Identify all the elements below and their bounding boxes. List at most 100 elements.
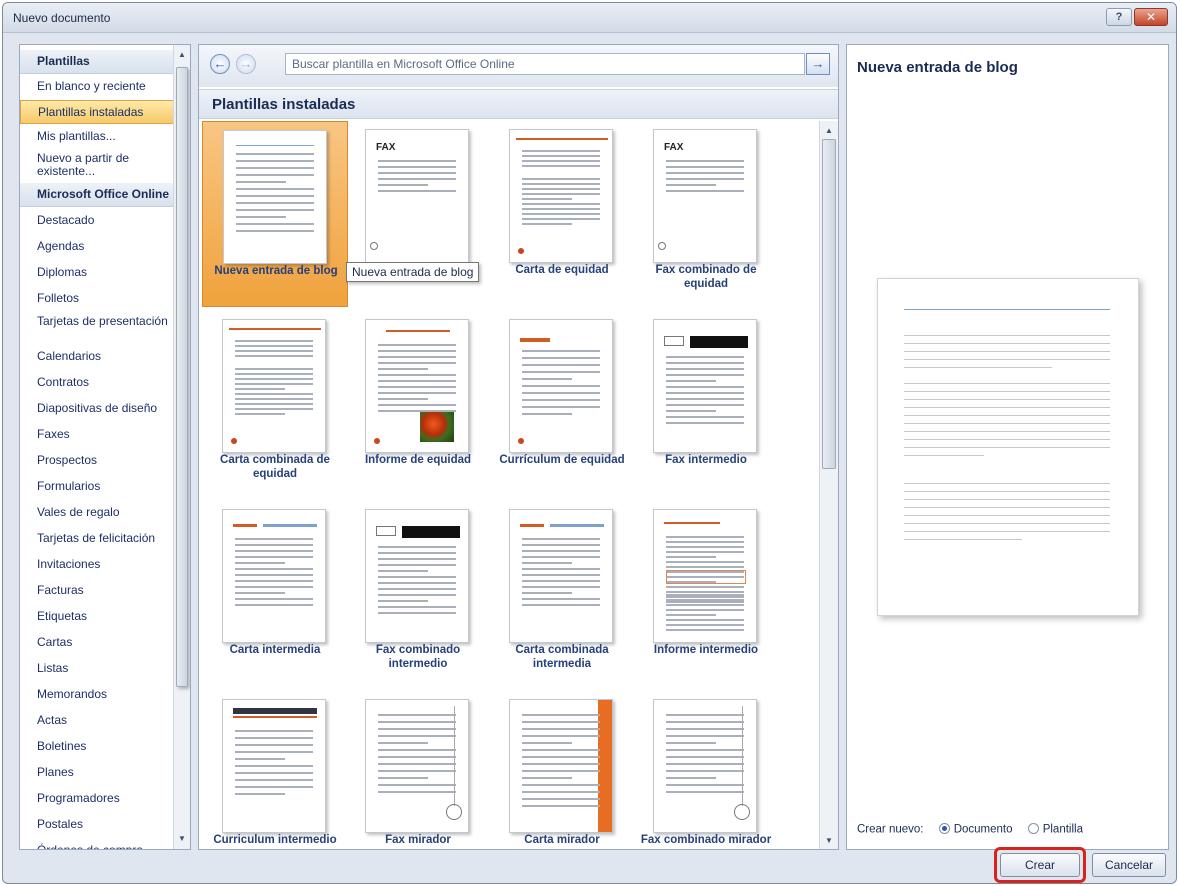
sidebar-item-14[interactable]: Diapositivas de diseño — [20, 397, 174, 421]
sidebar-item-19[interactable]: Tarjetas de felicitación — [20, 527, 174, 551]
template-card[interactable]: Fax mirador — [345, 691, 491, 849]
preview-line — [904, 431, 1110, 432]
gallery-scroll-up-icon[interactable]: ▲ — [823, 123, 835, 139]
template-card[interactable]: Carta combinada de equidad — [202, 311, 348, 497]
thumbnail-line — [236, 209, 314, 211]
thumbnail-line — [666, 599, 744, 601]
gallery-scroll-down-icon[interactable]: ▼ — [823, 833, 835, 849]
template-thumbnail — [365, 699, 469, 833]
sidebar-item-10[interactable]: Folletos — [20, 287, 174, 311]
sidebar-item-23[interactable]: Cartas — [20, 631, 174, 655]
sidebar-item-13[interactable]: Contratos — [20, 371, 174, 395]
thumbnail-line — [522, 556, 600, 558]
thumbnail-line — [666, 416, 744, 418]
template-label: Fax combinado intermedio — [375, 644, 461, 670]
thumbnail-line — [378, 756, 456, 758]
thumbnail-line — [378, 721, 456, 723]
scrollbar-thumb[interactable] — [176, 67, 188, 687]
sidebar-item-31[interactable]: Órdenes de compra — [20, 839, 174, 849]
sidebar-item-22[interactable]: Etiquetas — [20, 605, 174, 629]
template-radio[interactable] — [1027, 823, 1039, 834]
template-card[interactable]: FAX Fax combinado de equidad — [633, 121, 779, 307]
sidebar-item-29[interactable]: Programadores — [20, 787, 174, 811]
template-radio-label[interactable]: Plantilla — [1043, 824, 1083, 836]
thumbnail-line — [666, 190, 744, 192]
create-button-highlight — [994, 847, 1086, 883]
search-input[interactable]: Buscar plantilla en Microsoft Office Onl… — [285, 53, 805, 75]
template-card[interactable]: Carta combinada intermedia — [489, 501, 635, 687]
sidebar-item-18[interactable]: Vales de regalo — [20, 501, 174, 525]
preview-line — [904, 515, 1110, 516]
thumbnail-line — [666, 556, 716, 558]
categories-panel: Órdenes de compra Postales Programadores Pl… — [19, 44, 191, 850]
template-thumbnail — [222, 509, 326, 643]
document-radio[interactable] — [938, 823, 950, 834]
template-label: Fax intermedio — [665, 454, 747, 466]
sidebar-item-26[interactable]: Actas — [20, 709, 174, 733]
thumbnail-line — [236, 181, 286, 183]
sidebar-item-27[interactable]: Boletines — [20, 735, 174, 759]
sidebar-item-16[interactable]: Prospectos — [20, 449, 174, 473]
categories-scrollbar[interactable]: ▲ ▼ — [173, 45, 190, 849]
sidebar-item-17[interactable]: Formularios — [20, 475, 174, 499]
thumbnail-line — [378, 749, 456, 751]
thumbnail-line — [522, 378, 572, 380]
forward-button[interactable]: → — [236, 54, 256, 74]
thumbnail-line — [522, 188, 600, 190]
back-button[interactable]: ← — [210, 54, 230, 74]
sidebar-item-label: Vales de regalo — [37, 505, 120, 519]
thumbnail-line — [666, 784, 744, 786]
template-card[interactable]: Carta de equidad — [489, 121, 635, 307]
thumbnail-line — [236, 188, 314, 190]
preview-line — [904, 383, 1110, 384]
preview-line — [904, 439, 1110, 440]
search-go-button[interactable]: → — [806, 53, 830, 75]
template-card[interactable]: Carta mirador — [489, 691, 635, 849]
sidebar-item-2[interactable]: En blanco y reciente — [20, 75, 174, 99]
template-card[interactable]: Informe de equidad — [345, 311, 491, 497]
sidebar-item-11[interactable]: Tarjetas de presentación — [20, 313, 174, 345]
thumbnail-line — [378, 612, 456, 614]
template-card[interactable]: Fax combinado mirador — [633, 691, 779, 849]
close-button[interactable]: ✕ — [1134, 8, 1168, 26]
template-card[interactable]: Curriculum intermedio — [202, 691, 348, 849]
thumbnail-line — [522, 218, 600, 220]
gallery-heading: Plantillas instaladas — [199, 89, 838, 119]
sidebar-item-3[interactable]: Plantillas instaladas — [20, 100, 174, 124]
template-card[interactable]: Carta intermedia — [202, 501, 348, 687]
template-label: Carta combinada de equidad — [220, 454, 330, 480]
document-radio-label[interactable]: Documento — [954, 824, 1013, 836]
thumbnail-line — [666, 586, 744, 588]
sidebar-item-8[interactable]: Agendas — [20, 235, 174, 259]
thumbnail-rule — [229, 328, 321, 330]
gallery-scrollbar[interactable]: ▲ ▼ — [819, 121, 838, 849]
sidebar-item-7[interactable]: Destacado — [20, 209, 174, 233]
template-card[interactable]: Informe intermedio — [633, 501, 779, 687]
thumbnail-line — [378, 770, 456, 772]
sidebar-item-9[interactable]: Diplomas — [20, 261, 174, 285]
sidebar-item-30[interactable]: Postales — [20, 813, 174, 837]
scroll-down-icon[interactable]: ▼ — [176, 831, 188, 847]
template-card[interactable]: Currículum de equidad — [489, 311, 635, 497]
help-button[interactable]: ? — [1106, 8, 1132, 26]
sidebar-item-25[interactable]: Memorandos — [20, 683, 174, 707]
sidebar-item-12[interactable]: Calendarios — [20, 345, 174, 369]
scroll-up-icon[interactable]: ▲ — [176, 47, 188, 63]
sidebar-item-20[interactable]: Invitaciones — [20, 553, 174, 577]
sidebar-item-24[interactable]: Listas — [20, 657, 174, 681]
cancel-button[interactable]: Cancelar — [1092, 853, 1166, 877]
sidebar-item-5[interactable]: Nuevo a partir de existente... — [20, 150, 174, 182]
sidebar-item-15[interactable]: Faxes — [20, 423, 174, 447]
template-card[interactable]: Nueva entrada de blog — [202, 121, 348, 307]
gallery-scrollbar-thumb[interactable] — [822, 139, 836, 469]
template-card[interactable]: Fax intermedio — [633, 311, 779, 497]
sidebar-item-28[interactable]: Planes — [20, 761, 174, 785]
sidebar-item-4[interactable]: Mis plantillas... — [20, 125, 174, 149]
preview-panel: Nueva entrada de blog Crear nuevo: Docum… — [846, 44, 1169, 850]
sidebar-item-21[interactable]: Facturas — [20, 579, 174, 603]
thumbnail-line — [522, 150, 600, 152]
thumbnail-line — [666, 770, 744, 772]
sidebar-item-label: Cartas — [37, 635, 73, 649]
thumbnail-line — [236, 153, 314, 155]
template-card[interactable]: Fax combinado intermedio — [345, 501, 491, 687]
